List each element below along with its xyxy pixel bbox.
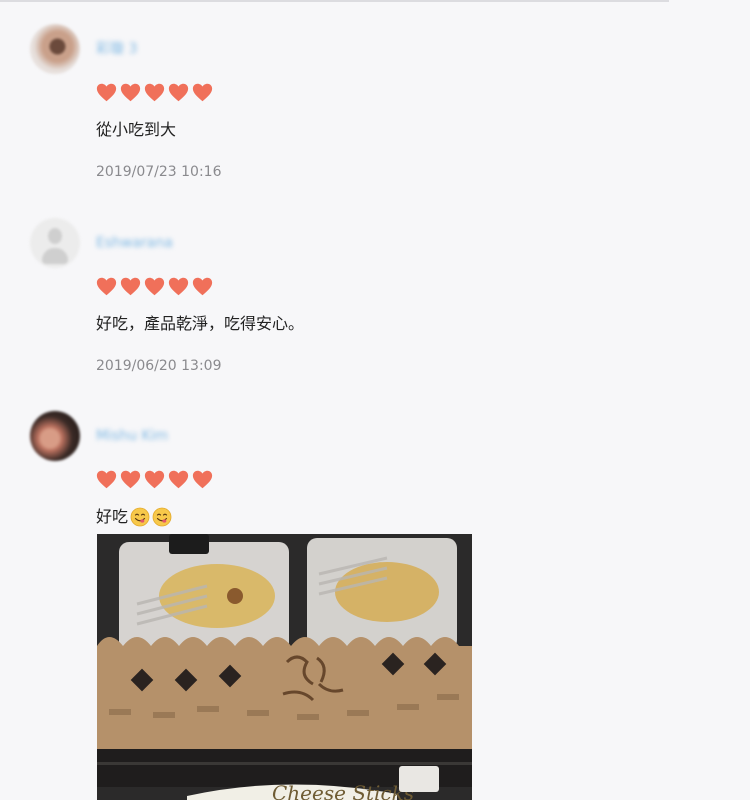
heart-icon — [192, 277, 213, 296]
default-avatar-body — [42, 248, 68, 264]
avatar[interactable] — [30, 218, 80, 268]
review-timestamp: 2019/07/23 10:16 — [96, 164, 222, 180]
rating-hearts — [96, 82, 213, 106]
username[interactable]: 彩璇 3 — [96, 40, 137, 58]
heart-icon — [192, 83, 213, 102]
review-photo[interactable]: Cheese Sticks — [97, 534, 472, 800]
heart-icon — [96, 277, 117, 296]
top-divider — [0, 0, 669, 2]
avatar[interactable] — [30, 411, 80, 461]
heart-icon — [96, 83, 117, 102]
heart-icon — [120, 277, 141, 296]
review-comment: 好吃 — [96, 506, 172, 528]
yum-face-emoji — [152, 507, 172, 527]
heart-icon — [192, 470, 213, 489]
heart-icon — [96, 470, 117, 489]
avatar[interactable] — [30, 24, 80, 74]
reviews-page: 彩璇 3 從小吃到大 2019/07/23 10:16 Eshwarana 好吃… — [0, 0, 750, 800]
review-comment-text: 好吃 — [96, 507, 129, 526]
heart-icon — [168, 83, 189, 102]
heart-icon — [144, 277, 165, 296]
heart-icon — [144, 83, 165, 102]
review-comment: 好吃，產品乾淨，吃得安心。 — [96, 314, 305, 333]
rating-hearts — [96, 469, 213, 493]
photo-label-text: Cheese Sticks — [272, 781, 414, 800]
review-comment: 從小吃到大 — [96, 120, 177, 139]
review-timestamp: 2019/06/20 13:09 — [96, 358, 222, 374]
default-avatar-head — [48, 228, 62, 244]
username[interactable]: Eshwarana — [96, 234, 173, 252]
rating-hearts — [96, 276, 213, 300]
heart-icon — [168, 470, 189, 489]
product-photo-illustration: Cheese Sticks — [97, 534, 472, 800]
heart-icon — [168, 277, 189, 296]
heart-icon — [120, 470, 141, 489]
heart-icon — [120, 83, 141, 102]
heart-icon — [144, 470, 165, 489]
username[interactable]: Mishu Kim — [96, 427, 168, 445]
yum-face-emoji — [130, 507, 150, 527]
